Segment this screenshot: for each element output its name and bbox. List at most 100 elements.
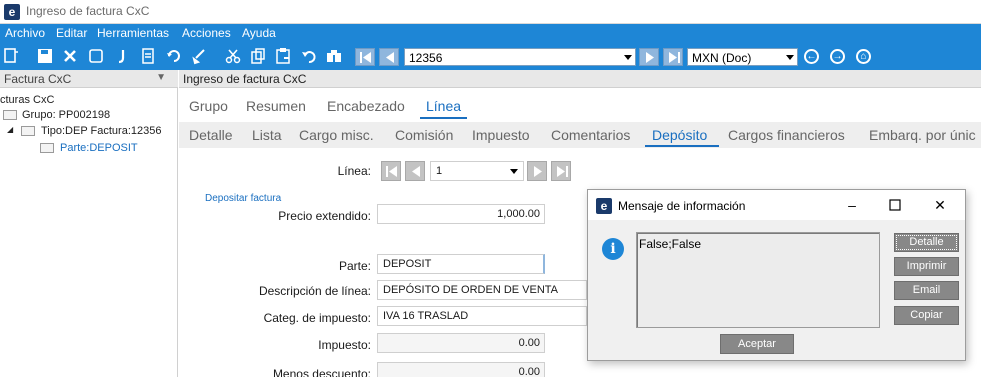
print-icon[interactable] (139, 47, 157, 65)
tab-encabezado[interactable]: Encabezado (327, 98, 405, 114)
menos-descuento-value: 0.00 (518, 366, 540, 377)
subtab-deposito[interactable]: Depósito (652, 127, 707, 143)
subtab-comentarios[interactable]: Comentarios (551, 127, 630, 143)
document-icon (40, 143, 54, 153)
subtab-comision[interactable]: Comisión (395, 127, 453, 143)
section-title: Depositar factura (205, 193, 282, 204)
subtab-cargo-misc[interactable]: Cargo misc. (299, 127, 374, 143)
parte-field[interactable]: DEPOSIT (377, 254, 545, 274)
categoria-value: IVA 16 TRASLAD (383, 310, 469, 322)
expand-triangle-icon[interactable]: ◢ (7, 125, 13, 134)
subtab-detalle[interactable]: Detalle (189, 127, 233, 143)
tree-item-root[interactable]: cturas CxC (0, 94, 54, 106)
forward-arrow-icon[interactable]: → (830, 49, 845, 64)
delete-icon[interactable] (61, 47, 79, 65)
pin-icon[interactable]: ▼ (156, 72, 166, 83)
folder-icon (3, 110, 17, 120)
maximize-icon[interactable] (885, 196, 905, 214)
attach-icon[interactable] (113, 47, 131, 65)
key-value: 12356 (409, 51, 443, 65)
close-icon[interactable]: ✕ (930, 196, 950, 214)
menos-descuento-field: 0.00 (377, 362, 545, 377)
key-combobox[interactable]: 12356 (404, 48, 636, 66)
impuesto-value: 0.00 (518, 337, 540, 349)
home-icon[interactable]: ⌂ (856, 49, 871, 64)
first-line-button[interactable] (381, 161, 401, 181)
undo-icon[interactable] (300, 47, 318, 65)
save-icon[interactable] (36, 47, 54, 65)
precio-label: Precio extendido: (278, 209, 371, 223)
descripcion-field[interactable]: DEPÓSITO DE ORDEN DE VENTA (377, 280, 587, 300)
last-line-button[interactable] (551, 161, 571, 181)
app-logo-icon: e (4, 4, 20, 20)
email-button[interactable]: Email (894, 281, 959, 300)
info-icon: i (602, 238, 624, 260)
menu-acciones[interactable]: Acciones (182, 26, 231, 40)
content-title: Ingreso de factura CxC (183, 72, 307, 86)
window-title: Ingreso de factura CxC (26, 4, 150, 18)
tab-resumen[interactable]: Resumen (246, 98, 306, 114)
subtab-embarque[interactable]: Embarq. por únic (869, 127, 976, 143)
prev-record-button[interactable] (379, 48, 399, 66)
menu-bar: Archivo Editar Herramientas Acciones Ayu… (0, 24, 981, 43)
prev-line-button[interactable] (405, 161, 425, 181)
copy-clip-icon[interactable] (249, 47, 267, 65)
find-icon[interactable] (325, 47, 343, 65)
last-record-button[interactable] (663, 48, 683, 66)
first-record-button[interactable] (355, 48, 375, 66)
categoria-label: Categ. de impuesto: (263, 311, 371, 325)
refresh-icon[interactable] (165, 47, 183, 65)
line-value: 1 (436, 165, 443, 177)
menu-archivo[interactable]: Archivo (5, 26, 45, 40)
copy-button[interactable]: Copiar (894, 306, 959, 325)
subtab-lista[interactable]: Lista (252, 127, 282, 143)
menu-ayuda[interactable]: Ayuda (242, 26, 276, 40)
precio-value: 1,000.00 (497, 208, 540, 220)
tab-grupo[interactable]: Grupo (189, 98, 228, 114)
subtab-deposito-underline (645, 145, 719, 147)
chevron-down-icon (786, 55, 794, 60)
tree-item-invoice[interactable]: Tipo:DEP Factura:12356 (41, 125, 161, 137)
tree-item-group[interactable]: Grupo: PP002198 (22, 109, 110, 121)
next-record-button[interactable] (639, 48, 659, 66)
currency-value: MXN (Doc) (692, 51, 752, 65)
menu-editar[interactable]: Editar (56, 26, 87, 40)
chevron-down-icon (510, 169, 518, 174)
menu-herramientas[interactable]: Herramientas (97, 26, 169, 40)
subtab-impuesto[interactable]: Impuesto (472, 127, 530, 143)
accept-button[interactable]: Aceptar (720, 334, 794, 354)
tree-panel: Factura CxC ▼ cturas CxC Grupo: PP002198… (0, 70, 178, 377)
cut-icon[interactable] (224, 47, 242, 65)
info-dialog: e Mensaje de información – ✕ i False;Fal… (587, 189, 966, 361)
tree-panel-header: Factura CxC ▼ (0, 70, 178, 88)
subtab-cargos-financieros[interactable]: Cargos financieros (728, 127, 845, 143)
minimize-icon[interactable]: – (842, 196, 862, 214)
new-icon[interactable] (2, 47, 20, 65)
dialog-title: Mensaje de información (618, 199, 746, 213)
copy-icon[interactable] (87, 47, 105, 65)
menos-descuento-label: Menos descuento: (272, 367, 371, 377)
print-button[interactable]: Imprimir (894, 257, 959, 276)
clear-icon[interactable] (190, 47, 208, 65)
detail-button[interactable]: Detalle (894, 233, 959, 252)
back-arrow-icon[interactable]: ← (804, 49, 819, 64)
app-logo-icon: e (596, 198, 612, 214)
chevron-down-icon (624, 55, 632, 60)
currency-combobox[interactable]: MXN (Doc) (687, 48, 798, 66)
parte-value: DEPOSIT (383, 258, 432, 270)
tree-panel-title: Factura CxC (4, 72, 72, 86)
folder-icon (21, 126, 35, 136)
precio-extendido-field[interactable]: 1,000.00 (377, 204, 545, 224)
paste-icon[interactable] (274, 47, 292, 65)
tree-item-part[interactable]: Parte:DEPOSIT (60, 142, 138, 154)
tab-linea[interactable]: Línea (426, 98, 461, 114)
impuesto-field: 0.00 (377, 333, 545, 353)
message-box: False;False (636, 232, 880, 328)
message-text: False;False (639, 237, 702, 251)
next-line-button[interactable] (527, 161, 547, 181)
parte-label: Parte: (338, 259, 371, 273)
line-combobox[interactable]: 1 (430, 161, 524, 181)
categoria-field[interactable]: IVA 16 TRASLAD (377, 306, 587, 326)
window-titlebar: e Ingreso de factura CxC (0, 0, 981, 24)
impuesto-label: Impuesto: (318, 338, 371, 352)
